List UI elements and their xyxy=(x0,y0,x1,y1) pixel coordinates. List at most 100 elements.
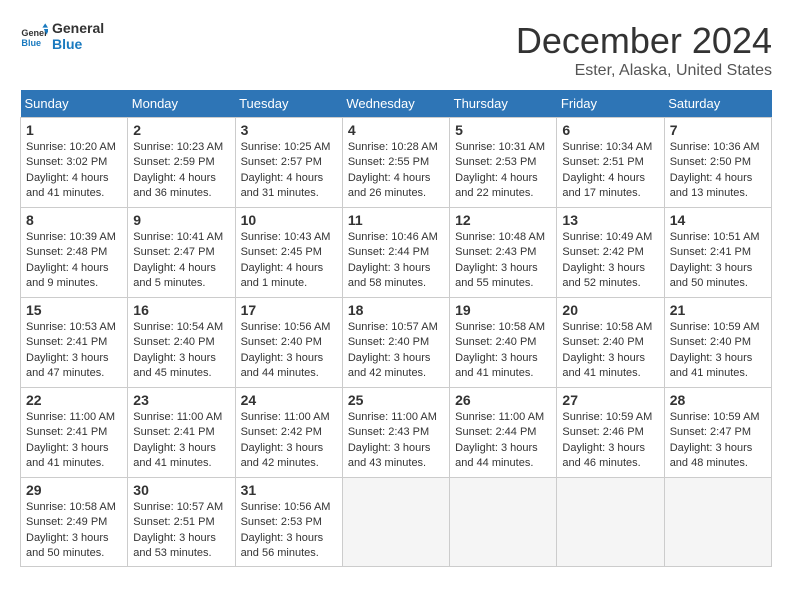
calendar-cell: 27 Sunrise: 10:59 AM Sunset: 2:46 PM Day… xyxy=(557,388,664,478)
cell-content: Sunrise: 10:36 AM Sunset: 2:50 PM Daylig… xyxy=(670,140,766,202)
sunrise-label: Sunrise: 10:31 AM xyxy=(455,141,545,153)
sunrise-label: Sunrise: 10:28 AM xyxy=(348,141,438,153)
calendar-table: SundayMondayTuesdayWednesdayThursdayFrid… xyxy=(20,90,772,567)
calendar-cell xyxy=(342,478,449,567)
calendar-cell: 29 Sunrise: 10:58 AM Sunset: 2:49 PM Day… xyxy=(21,478,128,567)
calendar-cell xyxy=(664,478,771,567)
calendar-cell: 25 Sunrise: 11:00 AM Sunset: 2:43 PM Day… xyxy=(342,388,449,478)
calendar-cell: 9 Sunrise: 10:41 AM Sunset: 2:47 PM Dayl… xyxy=(128,208,235,298)
day-number: 29 xyxy=(26,482,122,498)
sunrise-label: Sunrise: 10:34 AM xyxy=(562,141,652,153)
cell-content: Sunrise: 11:00 AM Sunset: 2:44 PM Daylig… xyxy=(455,410,551,472)
sunrise-label: Sunrise: 10:46 AM xyxy=(348,231,438,243)
cell-content: Sunrise: 10:58 AM Sunset: 2:49 PM Daylig… xyxy=(26,500,122,562)
day-number: 28 xyxy=(670,392,766,408)
sunset-label: Sunset: 2:43 PM xyxy=(348,426,429,438)
day-number: 1 xyxy=(26,122,122,138)
cell-content: Sunrise: 11:00 AM Sunset: 2:42 PM Daylig… xyxy=(241,410,337,472)
cell-content: Sunrise: 11:00 AM Sunset: 2:41 PM Daylig… xyxy=(133,410,229,472)
sunset-label: Sunset: 2:44 PM xyxy=(455,426,536,438)
calendar-cell: 10 Sunrise: 10:43 AM Sunset: 2:45 PM Day… xyxy=(235,208,342,298)
cell-content: Sunrise: 10:49 AM Sunset: 2:42 PM Daylig… xyxy=(562,230,658,292)
cell-content: Sunrise: 10:58 AM Sunset: 2:40 PM Daylig… xyxy=(455,320,551,382)
daylight-label: Daylight: 3 hours and 42 minutes. xyxy=(348,352,431,379)
sunrise-label: Sunrise: 10:48 AM xyxy=(455,231,545,243)
sunrise-label: Sunrise: 10:58 AM xyxy=(455,321,545,333)
svg-text:Blue: Blue xyxy=(21,38,41,48)
calendar-cell: 8 Sunrise: 10:39 AM Sunset: 2:48 PM Dayl… xyxy=(21,208,128,298)
weekday-header-sunday: Sunday xyxy=(21,90,128,118)
daylight-label: Daylight: 3 hours and 44 minutes. xyxy=(241,352,324,379)
sunrise-label: Sunrise: 10:59 AM xyxy=(670,411,760,423)
daylight-label: Daylight: 3 hours and 50 minutes. xyxy=(26,532,109,559)
day-number: 15 xyxy=(26,302,122,318)
calendar-cell: 26 Sunrise: 11:00 AM Sunset: 2:44 PM Day… xyxy=(450,388,557,478)
calendar-cell: 6 Sunrise: 10:34 AM Sunset: 2:51 PM Dayl… xyxy=(557,118,664,208)
sunset-label: Sunset: 2:46 PM xyxy=(562,426,643,438)
calendar-cell: 12 Sunrise: 10:48 AM Sunset: 2:43 PM Day… xyxy=(450,208,557,298)
sunrise-label: Sunrise: 11:00 AM xyxy=(348,411,437,423)
weekday-header-saturday: Saturday xyxy=(664,90,771,118)
weekday-header-monday: Monday xyxy=(128,90,235,118)
sunrise-label: Sunrise: 10:53 AM xyxy=(26,321,116,333)
logo-general: General xyxy=(52,20,104,36)
cell-content: Sunrise: 10:56 AM Sunset: 2:40 PM Daylig… xyxy=(241,320,337,382)
cell-content: Sunrise: 10:28 AM Sunset: 2:55 PM Daylig… xyxy=(348,140,444,202)
cell-content: Sunrise: 10:58 AM Sunset: 2:40 PM Daylig… xyxy=(562,320,658,382)
day-number: 30 xyxy=(133,482,229,498)
daylight-label: Daylight: 4 hours and 5 minutes. xyxy=(133,262,216,289)
sunset-label: Sunset: 2:51 PM xyxy=(133,516,214,528)
day-number: 25 xyxy=(348,392,444,408)
sunrise-label: Sunrise: 11:00 AM xyxy=(241,411,330,423)
cell-content: Sunrise: 10:59 AM Sunset: 2:47 PM Daylig… xyxy=(670,410,766,472)
week-row-2: 8 Sunrise: 10:39 AM Sunset: 2:48 PM Dayl… xyxy=(21,208,772,298)
svg-text:General: General xyxy=(21,28,48,38)
title-area: December 2024 Ester, Alaska, United Stat… xyxy=(516,20,772,80)
sunrise-label: Sunrise: 11:00 AM xyxy=(133,411,222,423)
calendar-cell: 16 Sunrise: 10:54 AM Sunset: 2:40 PM Day… xyxy=(128,298,235,388)
sunrise-label: Sunrise: 10:49 AM xyxy=(562,231,652,243)
day-number: 17 xyxy=(241,302,337,318)
sunset-label: Sunset: 2:40 PM xyxy=(241,336,322,348)
sunrise-label: Sunrise: 11:00 AM xyxy=(455,411,544,423)
location: Ester, Alaska, United States xyxy=(516,62,772,80)
cell-content: Sunrise: 10:20 AM Sunset: 3:02 PM Daylig… xyxy=(26,140,122,202)
cell-content: Sunrise: 10:59 AM Sunset: 2:40 PM Daylig… xyxy=(670,320,766,382)
sunrise-label: Sunrise: 10:57 AM xyxy=(133,501,223,513)
day-number: 5 xyxy=(455,122,551,138)
day-number: 22 xyxy=(26,392,122,408)
day-number: 24 xyxy=(241,392,337,408)
sunrise-label: Sunrise: 10:59 AM xyxy=(562,411,652,423)
sunrise-label: Sunrise: 10:39 AM xyxy=(26,231,116,243)
day-number: 19 xyxy=(455,302,551,318)
sunrise-label: Sunrise: 10:57 AM xyxy=(348,321,438,333)
calendar-cell: 5 Sunrise: 10:31 AM Sunset: 2:53 PM Dayl… xyxy=(450,118,557,208)
weekday-header-tuesday: Tuesday xyxy=(235,90,342,118)
calendar-cell: 30 Sunrise: 10:57 AM Sunset: 2:51 PM Day… xyxy=(128,478,235,567)
sunset-label: Sunset: 2:44 PM xyxy=(348,246,429,258)
daylight-label: Daylight: 3 hours and 53 minutes. xyxy=(133,532,216,559)
week-row-1: 1 Sunrise: 10:20 AM Sunset: 3:02 PM Dayl… xyxy=(21,118,772,208)
daylight-label: Daylight: 4 hours and 22 minutes. xyxy=(455,172,538,199)
day-number: 21 xyxy=(670,302,766,318)
day-number: 8 xyxy=(26,212,122,228)
day-number: 16 xyxy=(133,302,229,318)
sunset-label: Sunset: 2:47 PM xyxy=(670,426,751,438)
daylight-label: Daylight: 3 hours and 45 minutes. xyxy=(133,352,216,379)
month-title: December 2024 xyxy=(516,20,772,62)
sunrise-label: Sunrise: 10:59 AM xyxy=(670,321,760,333)
day-number: 10 xyxy=(241,212,337,228)
cell-content: Sunrise: 10:34 AM Sunset: 2:51 PM Daylig… xyxy=(562,140,658,202)
day-number: 3 xyxy=(241,122,337,138)
week-row-4: 22 Sunrise: 11:00 AM Sunset: 2:41 PM Day… xyxy=(21,388,772,478)
daylight-label: Daylight: 3 hours and 48 minutes. xyxy=(670,442,753,469)
day-number: 6 xyxy=(562,122,658,138)
daylight-label: Daylight: 4 hours and 31 minutes. xyxy=(241,172,324,199)
day-number: 20 xyxy=(562,302,658,318)
daylight-label: Daylight: 4 hours and 13 minutes. xyxy=(670,172,753,199)
calendar-cell xyxy=(450,478,557,567)
day-number: 12 xyxy=(455,212,551,228)
daylight-label: Daylight: 3 hours and 52 minutes. xyxy=(562,262,645,289)
calendar-cell: 19 Sunrise: 10:58 AM Sunset: 2:40 PM Day… xyxy=(450,298,557,388)
sunrise-label: Sunrise: 10:54 AM xyxy=(133,321,223,333)
